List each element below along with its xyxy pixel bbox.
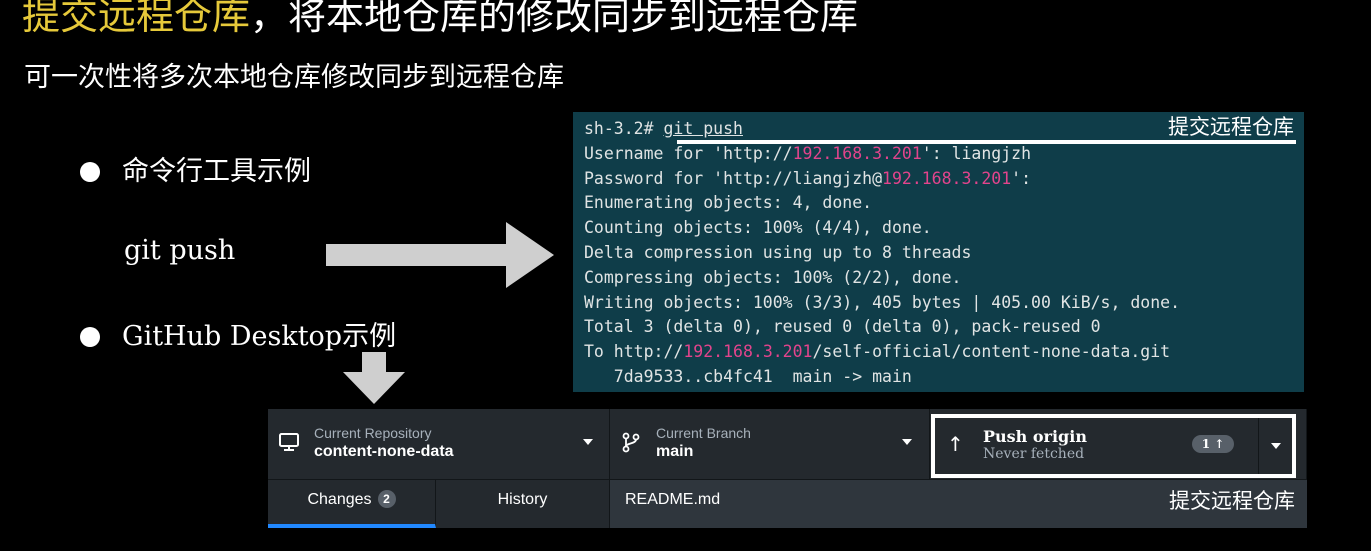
- tab-changes[interactable]: Changes 2: [268, 480, 436, 528]
- push-count-badge: 1 ↑: [1192, 435, 1234, 453]
- tab-history[interactable]: History: [436, 480, 610, 528]
- host-ip: 192.168.3.201: [792, 143, 922, 163]
- bullet-dot-icon: [80, 327, 100, 347]
- arrow-right-shape: [326, 222, 554, 288]
- terminal-line: Compressing objects: 100% (2/2), done.: [584, 267, 962, 287]
- divider: [1258, 418, 1259, 474]
- file-header: README.md 提交远程仓库: [610, 480, 1307, 528]
- arrow-down-shape: [343, 352, 405, 404]
- branch-label: Current Branch: [656, 425, 751, 441]
- title-highlight: 提交远程仓库: [22, 0, 251, 38]
- host-ip: 192.168.3.201: [683, 342, 813, 362]
- line-text: ':: [1011, 168, 1032, 188]
- line-text: To http://: [584, 342, 684, 362]
- terminal-annotation: 提交远程仓库: [1168, 115, 1294, 139]
- chevron-down-icon: [583, 439, 593, 445]
- file-name: README.md: [625, 491, 721, 508]
- branch-name: main: [656, 443, 694, 460]
- terminal-line: 7da9533..cb4fc41 main -> main: [584, 366, 912, 386]
- repo-label: Current Repository: [314, 425, 432, 441]
- terminal-line: Writing objects: 100% (3/3), 405 bytes |…: [584, 292, 1181, 312]
- terminal-line: Enumerating objects: 4, done.: [584, 193, 873, 213]
- bullet-cli: 命令行工具示例: [80, 155, 311, 189]
- terminal-line: Username for 'http://192.168.3.201': lia…: [584, 142, 1304, 167]
- repo-name: content-none-data: [314, 443, 454, 460]
- terminal-line: Delta compression using up to 8 threads: [584, 242, 972, 262]
- slide-subtitle: 可一次性将多次本地仓库修改同步到远程仓库: [24, 62, 564, 93]
- push-subtitle: Never fetched: [983, 446, 1085, 462]
- tab-changes-label: Changes: [307, 491, 372, 508]
- line-text: ': liangjzh: [921, 143, 1032, 163]
- bullet-cli-text: 命令行工具示例: [122, 156, 311, 187]
- branch-icon: [622, 432, 640, 453]
- terminal-window: 提交远程仓库 sh-3.2# git push Username for 'ht…: [573, 112, 1304, 392]
- title-rest: ，将本地仓库的修改同步到远程仓库: [250, 0, 859, 38]
- current-repository-button[interactable]: Current Repository content-none-data: [268, 409, 610, 479]
- chevron-down-icon[interactable]: [1271, 443, 1281, 449]
- line-text: Password for 'http://liangjzh@: [584, 168, 883, 188]
- changes-count-badge: 2: [377, 490, 396, 508]
- github-annotation: 提交远程仓库: [1169, 489, 1295, 513]
- bullet-gh-text: GitHub Desktop示例: [122, 321, 397, 352]
- bullet-dot-icon: [80, 162, 100, 182]
- line-text: Username for 'http://: [584, 143, 793, 163]
- current-branch-button[interactable]: Current Branch main: [610, 409, 930, 479]
- prompt: sh-3.2#: [584, 119, 664, 138]
- monitor-icon: [279, 433, 299, 451]
- bullet-github-desktop: GitHub Desktop示例: [80, 320, 396, 354]
- cli-command: git push: [124, 235, 236, 266]
- line-text: /self-official/content-none-data.git: [812, 342, 1171, 362]
- terminal-line: Password for 'http://liangjzh@192.168.3.…: [584, 167, 1304, 192]
- command-highlight-underline: [677, 140, 1296, 144]
- push-origin-button[interactable]: ↑ Push origin Never fetched 1 ↑: [931, 414, 1296, 478]
- terminal-line: Total 3 (delta 0), reused 0 (delta 0), p…: [584, 317, 1101, 337]
- toolbar-tabs: Changes 2 History README.md 提交远程仓库: [268, 479, 1307, 528]
- terminal-line: To http://192.168.3.201/self-official/co…: [584, 340, 1304, 365]
- command: git push: [663, 119, 743, 138]
- slide-title: 提交远程仓库，将本地仓库的修改同步到远程仓库: [22, 0, 858, 38]
- chevron-down-icon: [902, 439, 912, 445]
- arrow-up-icon: ↑: [947, 432, 964, 456]
- host-ip: 192.168.3.201: [882, 168, 1012, 188]
- push-title: Push origin: [983, 427, 1087, 446]
- terminal-line: Counting objects: 100% (4/4), done.: [584, 218, 932, 238]
